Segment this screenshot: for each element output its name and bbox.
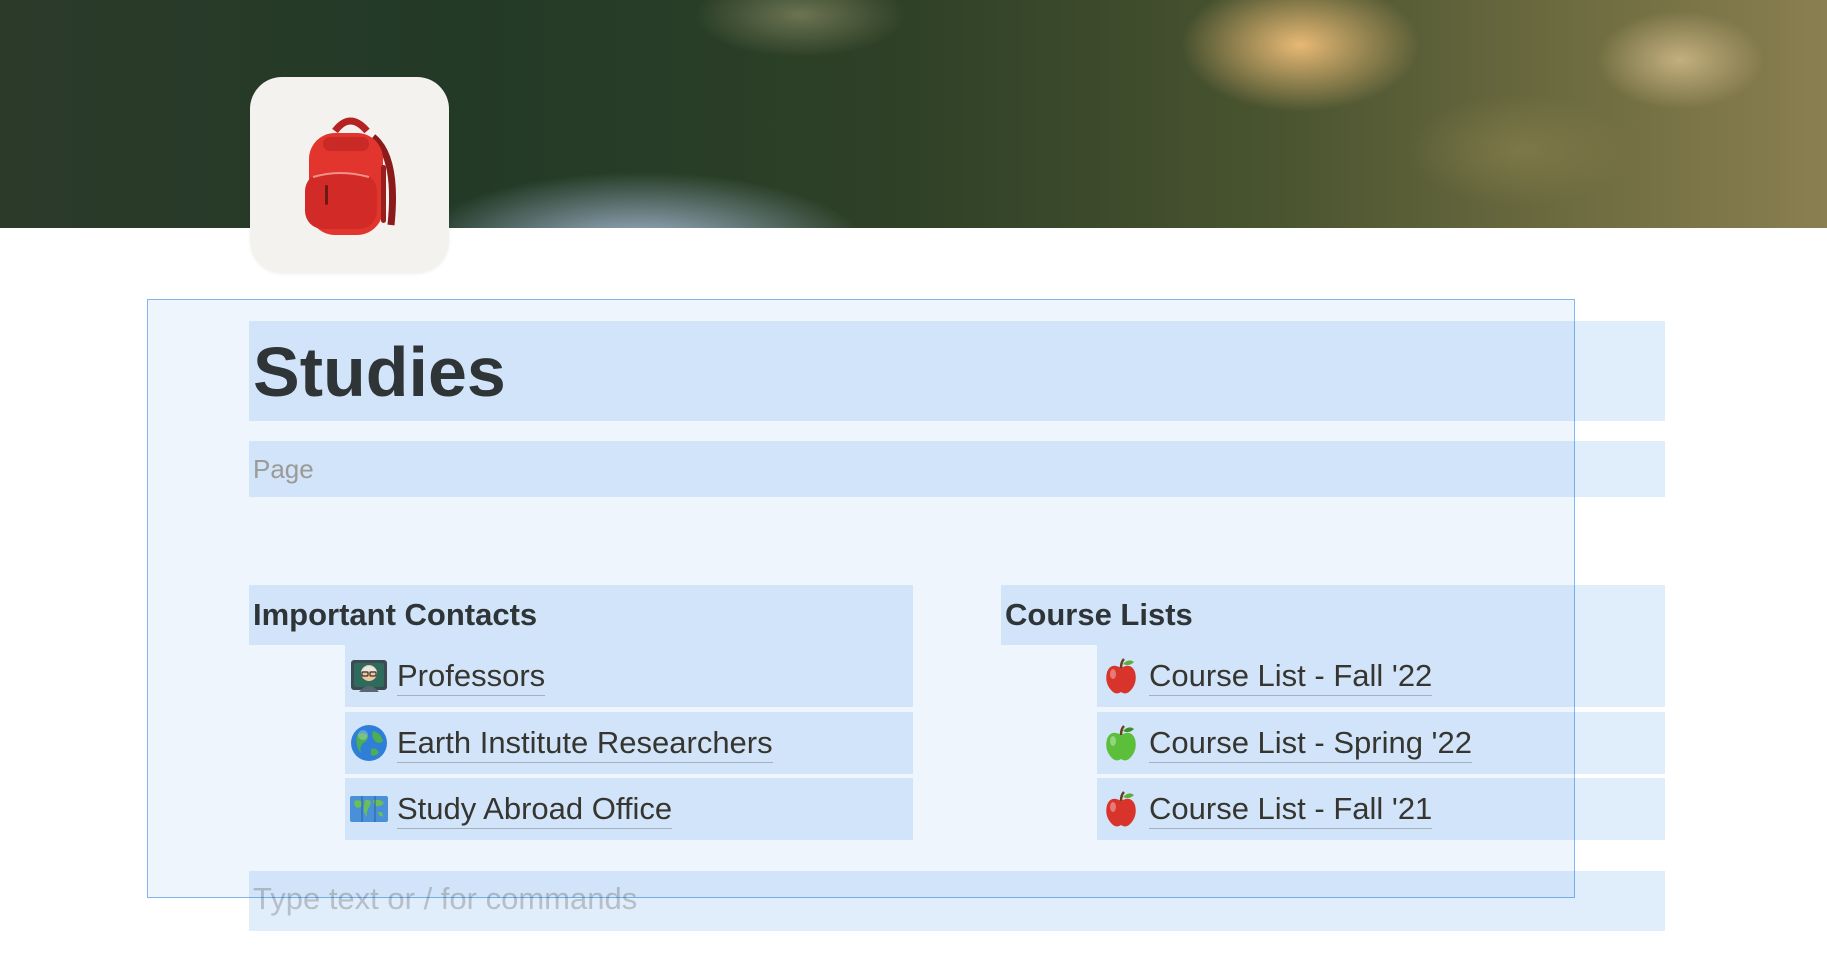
course-list-fall-22-link-text[interactable]: Course List - Fall '22 (1149, 657, 1433, 696)
course-lists-heading[interactable]: Course Lists (1005, 595, 1193, 635)
empty-block-placeholder[interactable]: Type text or / for commands (253, 880, 637, 918)
page-link-study-abroad[interactable]: Study Abroad Office (345, 778, 673, 840)
page-link-earth-institute[interactable]: Earth Institute Researchers (345, 712, 773, 774)
backpack-icon (305, 117, 397, 235)
page-property-label[interactable]: Page (253, 452, 314, 486)
page-link-professors[interactable]: Professors (345, 645, 546, 707)
page-link-fall-22[interactable]: Course List - Fall '22 (1097, 645, 1433, 707)
red-apple-icon (1106, 658, 1136, 694)
study-abroad-link-text[interactable]: Study Abroad Office (397, 790, 673, 829)
world-map-icon (350, 796, 388, 822)
page-icon-tile[interactable] (250, 77, 449, 273)
page-link-spring-22[interactable]: Course List - Spring '22 (1097, 712, 1472, 774)
teacher-icon (351, 660, 387, 692)
course-list-spring-22-link-text[interactable]: Course List - Spring '22 (1149, 724, 1472, 763)
page-link-fall-21[interactable]: Course List - Fall '21 (1097, 778, 1433, 840)
green-apple-icon (1106, 725, 1136, 761)
course-list-fall-21-link-text[interactable]: Course List - Fall '21 (1149, 790, 1433, 829)
earth-institute-link-text[interactable]: Earth Institute Researchers (397, 724, 773, 763)
important-contacts-heading[interactable]: Important Contacts (253, 595, 537, 635)
professors-link-text[interactable]: Professors (397, 657, 546, 696)
page-title[interactable]: Studies (253, 330, 506, 414)
globe-icon (351, 725, 387, 761)
red-apple-icon (1106, 791, 1136, 827)
property-block-highlight (249, 441, 1665, 497)
